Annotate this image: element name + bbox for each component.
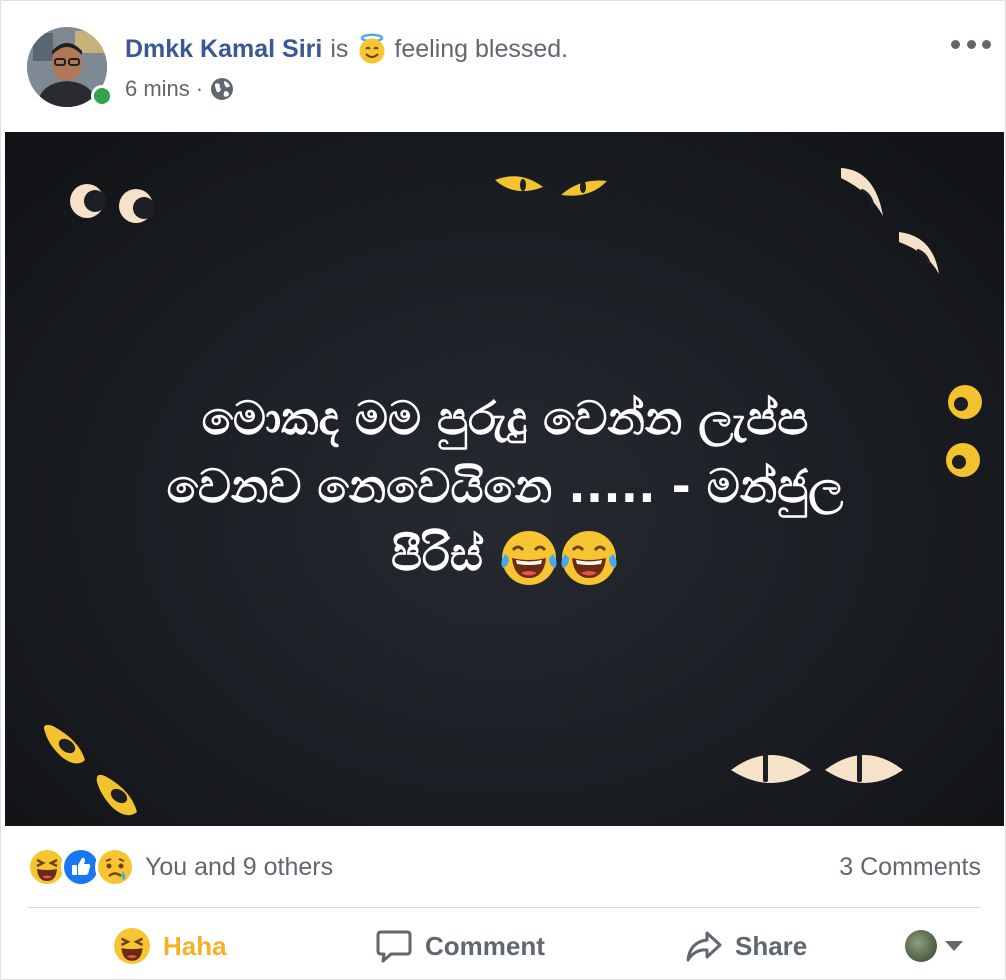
post-image-text: මොකද මම පුරුදු වෙන්න ලැප්ප වෙනව නෙවෙයිනෙ… bbox=[85, 384, 925, 588]
globe-icon[interactable] bbox=[209, 76, 235, 102]
comment-icon bbox=[375, 927, 413, 965]
share-icon bbox=[685, 927, 723, 965]
post-meta-line: 6 mins · bbox=[125, 75, 235, 103]
online-status-indicator bbox=[91, 85, 113, 107]
comment-button-label: Comment bbox=[425, 930, 545, 961]
mini-avatar bbox=[905, 930, 937, 962]
reaction-audience-selector[interactable] bbox=[905, 929, 967, 963]
reaction-summary[interactable]: You and 9 others bbox=[145, 851, 333, 883]
comment-button[interactable]: Comment bbox=[375, 913, 545, 979]
share-button-label: Share bbox=[735, 930, 808, 961]
more-options-icon[interactable] bbox=[951, 31, 991, 57]
divider bbox=[27, 907, 981, 908]
haha-icon bbox=[113, 927, 151, 965]
post-card: Dmkk Kamal Siri is feeling blessed. 6 mi… bbox=[0, 0, 1006, 980]
post-header: Dmkk Kamal Siri is feeling blessed. 6 mi… bbox=[1, 1, 1005, 131]
meta-separator: · bbox=[195, 76, 204, 101]
post-text-line-3: පීරිස් bbox=[85, 520, 925, 588]
comment-count[interactable]: 3 Comments bbox=[839, 851, 981, 883]
chevron-down-icon bbox=[945, 941, 963, 951]
reaction-icons[interactable] bbox=[27, 847, 135, 887]
action-bar: Haha Comment Share bbox=[1, 913, 1005, 979]
halo-smile-emoji-icon bbox=[356, 33, 388, 65]
haha-button-label: Haha bbox=[163, 930, 227, 961]
author-name-link[interactable]: Dmkk Kamal Siri bbox=[125, 33, 322, 65]
post-text-line-1: මොකද මම පුරුදු වෙන්න ලැප්ප bbox=[201, 391, 809, 445]
post-text-line-2: වෙනව නෙවෙයිනෙ ..... - මන්ජුල bbox=[166, 459, 844, 513]
tears-of-joy-emoji-icon bbox=[559, 528, 619, 588]
tears-of-joy-emoji-icon bbox=[499, 528, 559, 588]
post-image[interactable]: මොකද මම පුරුදු වෙන්න ලැප්ප වෙනව නෙවෙයිනෙ… bbox=[5, 132, 1004, 826]
sad-reaction-icon bbox=[95, 847, 135, 887]
post-text-line-3-text: පීරිස් bbox=[390, 527, 483, 581]
reactions-bar: You and 9 others 3 Comments bbox=[27, 841, 981, 893]
feeling-text: feeling blessed. bbox=[394, 35, 569, 63]
haha-button[interactable]: Haha bbox=[113, 913, 227, 979]
share-button[interactable]: Share bbox=[685, 913, 807, 979]
is-word: is bbox=[330, 35, 349, 63]
post-timestamp[interactable]: 6 mins bbox=[125, 75, 190, 103]
post-title-line: Dmkk Kamal Siri is feeling blessed. bbox=[125, 33, 568, 65]
